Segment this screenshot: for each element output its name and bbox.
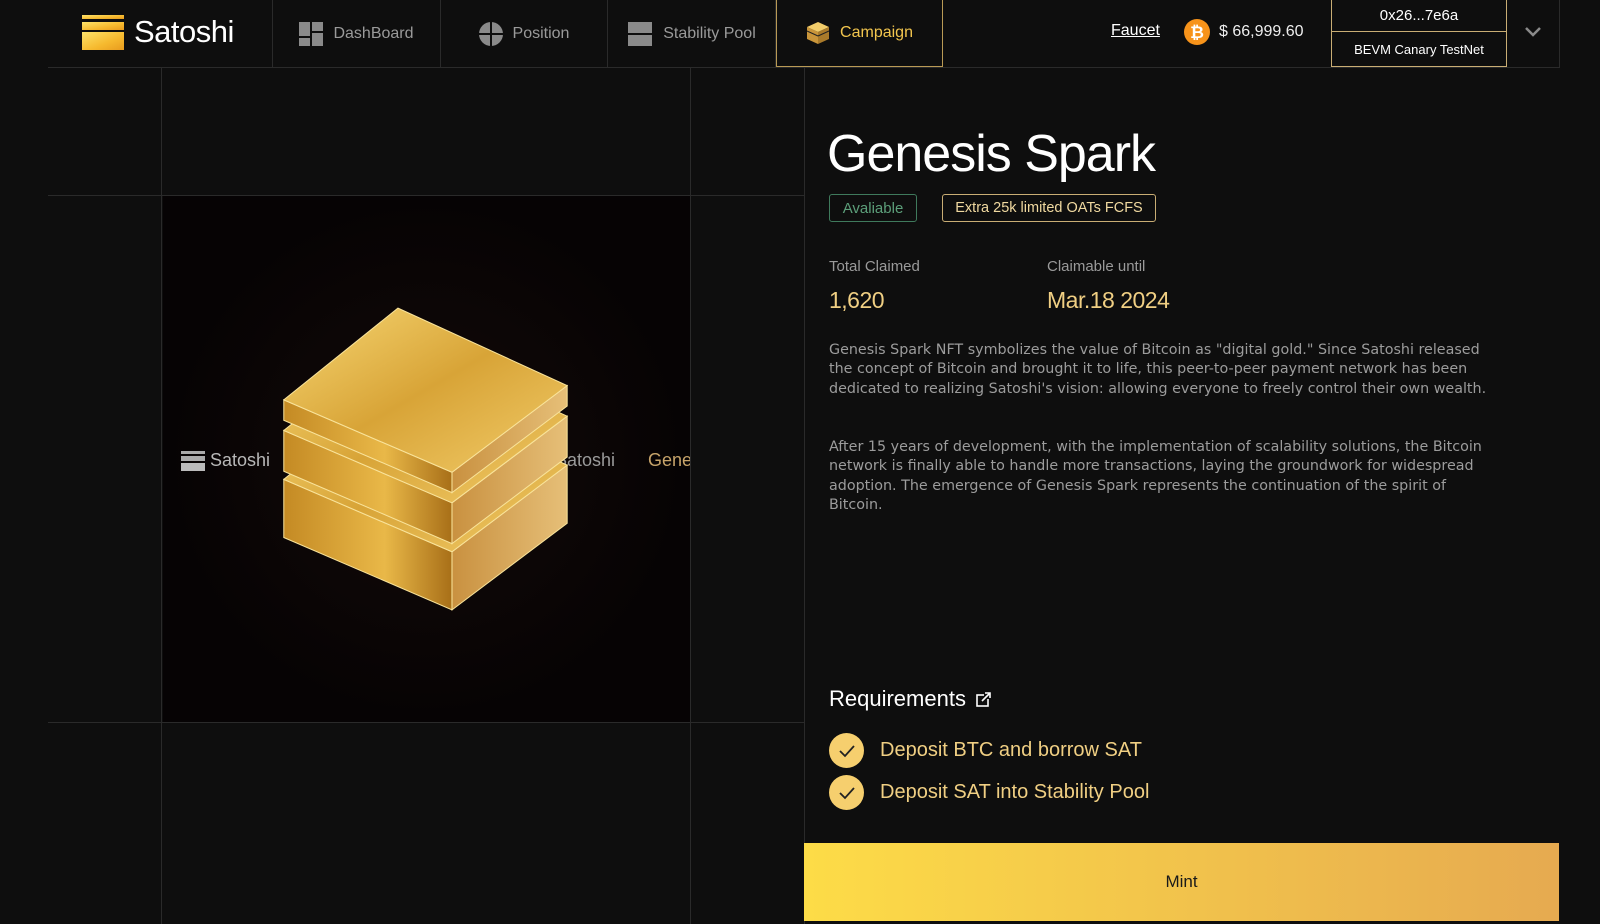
- campaign-icon: [806, 22, 830, 44]
- nav-position[interactable]: Position: [441, 0, 607, 67]
- check-icon: [829, 775, 864, 810]
- mint-button[interactable]: Mint: [804, 843, 1559, 921]
- claimable-until-label: Claimable until: [1047, 258, 1146, 275]
- page-title: Genesis Spark: [827, 125, 1156, 183]
- bitcoin-icon: ₿: [1184, 19, 1210, 45]
- grid-line: [161, 68, 162, 924]
- extra-badge: Extra 25k limited OATs FCFS: [942, 194, 1156, 222]
- nav-dashboard[interactable]: DashBoard: [273, 0, 440, 67]
- external-link-icon[interactable]: [976, 691, 991, 707]
- account-menu-toggle[interactable]: [1520, 18, 1546, 44]
- description-paragraph: Genesis Spark NFT symbolizes the value o…: [829, 342, 1487, 397]
- nav-stability-pool[interactable]: Stability Pool: [608, 0, 775, 67]
- faucet-link[interactable]: Faucet: [1111, 22, 1160, 40]
- dashboard-icon: [299, 21, 324, 46]
- requirements-heading[interactable]: Requirements: [829, 686, 991, 712]
- total-claimed-label: Total Claimed: [829, 258, 920, 275]
- logo-icon: [82, 14, 124, 50]
- position-icon: [478, 21, 503, 46]
- total-claimed-value: 1,620: [829, 287, 885, 313]
- grid-line: [1559, 0, 1560, 68]
- wallet-address[interactable]: 0x26...7e6a: [1332, 0, 1506, 32]
- grid-line: [48, 722, 804, 723]
- logo-text: Satoshi: [134, 14, 234, 49]
- requirement-label: Deposit SAT into Stability Pool: [880, 781, 1150, 803]
- wallet-box[interactable]: 0x26...7e6a BEVM Canary TestNet: [1331, 0, 1507, 67]
- svg-text:₿: ₿: [1190, 23, 1204, 43]
- gold-cube-image: [282, 307, 569, 611]
- logo[interactable]: Satoshi: [82, 14, 234, 50]
- btc-price-value: $ 66,999.60: [1219, 23, 1304, 40]
- chevron-down-icon: [1525, 27, 1541, 37]
- nft-image: Satoshi Satoshi Gene: [163, 196, 690, 722]
- description-paragraph: After 15 years of development, with the …: [829, 439, 1482, 514]
- grid-line: [690, 68, 691, 924]
- grid-line: [804, 68, 805, 924]
- nav-label: Campaign: [840, 24, 913, 41]
- requirements-title: Requirements: [829, 686, 966, 711]
- nav-campaign[interactable]: Campaign: [776, 0, 943, 67]
- nav-label: DashBoard: [333, 24, 414, 42]
- network-name[interactable]: BEVM Canary TestNet: [1332, 32, 1506, 66]
- claimable-until-value: Mar.18 2024: [1047, 287, 1170, 313]
- stability-pool-icon: [628, 21, 653, 46]
- cube: [282, 307, 569, 611]
- check-icon: [829, 733, 864, 768]
- nav-label: Position: [512, 24, 570, 42]
- requirement-item: Deposit SAT into Stability Pool: [829, 775, 1149, 810]
- nav-label: Stability Pool: [663, 24, 756, 42]
- requirement-label: Deposit BTC and borrow SAT: [880, 739, 1142, 761]
- status-badge: Avaliable: [829, 194, 917, 222]
- requirement-item: Deposit BTC and borrow SAT: [829, 733, 1142, 768]
- btc-price: ₿ $ 66,999.60: [1184, 19, 1304, 45]
